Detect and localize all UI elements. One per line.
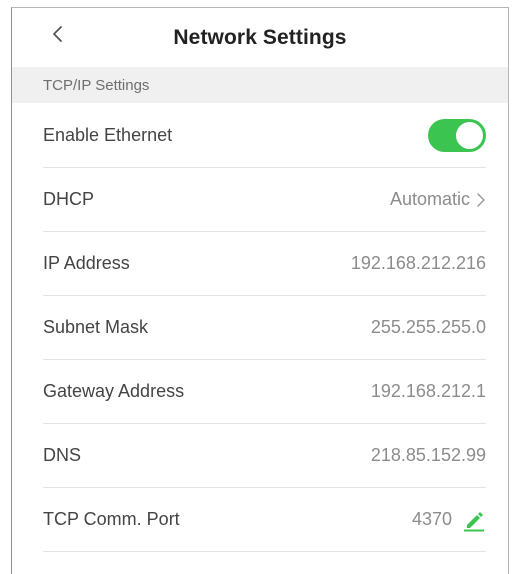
row-label: Gateway Address: [43, 381, 185, 401]
row-subnet-mask[interactable]: Subnet Mask 255.255.255.0: [43, 296, 486, 360]
ip-address-value: 192.168.212.216: [350, 253, 486, 273]
gateway-address-value: 192.168.212.1: [370, 381, 486, 401]
section-header-tcpip: TCP/IP Settings: [12, 67, 508, 103]
tcp-port-value: 4370: [411, 509, 452, 529]
header-bar: Network Settings: [12, 8, 508, 67]
row-dhcp[interactable]: DHCP Automatic: [43, 168, 486, 232]
row-ip-address[interactable]: IP Address 192.168.212.216: [43, 232, 486, 296]
dns-value: 218.85.152.99: [370, 445, 486, 465]
ethernet-toggle[interactable]: [428, 118, 486, 152]
network-settings-screen: Network Settings TCP/IP Settings Enable …: [11, 7, 509, 574]
settings-list: Enable Ethernet DHCP Automatic IP Addres…: [12, 103, 508, 552]
subnet-mask-value: 255.255.255.0: [370, 317, 486, 337]
row-label: IP Address: [43, 253, 130, 273]
row-dns[interactable]: DNS 218.85.152.99: [43, 424, 486, 488]
page-title: Network Settings: [173, 25, 347, 49]
row-label: DHCP: [43, 189, 95, 209]
chevron-right-icon: [476, 192, 486, 208]
row-value-group: 4370: [412, 508, 486, 532]
row-label: Subnet Mask: [43, 317, 149, 337]
row-label: Enable Ethernet: [43, 124, 173, 145]
row-tcp-comm-port[interactable]: TCP Comm. Port 4370: [43, 488, 486, 552]
row-gateway-address[interactable]: Gateway Address 192.168.212.1: [43, 360, 486, 424]
back-button[interactable]: [44, 22, 72, 50]
chevron-left-icon: [51, 25, 65, 48]
row-label: DNS: [43, 445, 82, 465]
dhcp-value: Automatic: [389, 189, 470, 209]
row-label: TCP Comm. Port: [43, 509, 180, 529]
toggle-knob: [456, 121, 483, 149]
edit-pencil-icon[interactable]: [462, 508, 486, 532]
row-enable-ethernet: Enable Ethernet: [43, 103, 486, 168]
row-value-group: Automatic: [390, 189, 486, 210]
